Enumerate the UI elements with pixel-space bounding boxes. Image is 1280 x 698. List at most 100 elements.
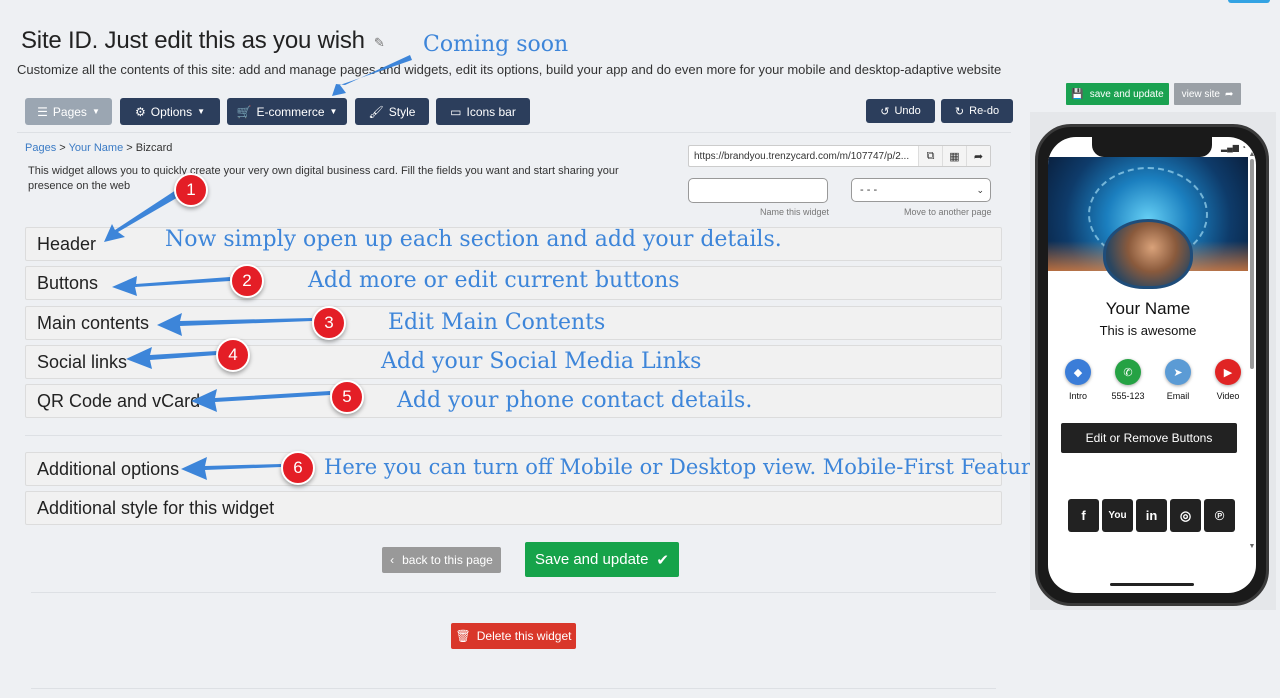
checkmark-icon: ✔ (656, 551, 669, 569)
telegram-icon: ➤ (1165, 359, 1191, 385)
section-buttons-label: Buttons (37, 272, 99, 293)
undo-button[interactable]: ↺ Undo (866, 99, 935, 123)
linkedin-icon[interactable]: in (1136, 499, 1167, 532)
options-menu-button[interactable]: ⚙ Options ▼ (120, 98, 220, 125)
name-widget-caption: Name this widget (760, 207, 830, 217)
avatar (1103, 219, 1193, 289)
facebook-icon[interactable]: f (1068, 499, 1099, 532)
youtube-icon[interactable]: You (1102, 499, 1133, 532)
card-button-email[interactable]: ➤ Email (1158, 359, 1198, 401)
move-page-value: - - - (860, 184, 878, 196)
card-button-label: Email (1166, 391, 1190, 401)
trash-icon: 🗑 (455, 629, 471, 643)
section-additional-style[interactable]: Additional style for this widget (25, 491, 1002, 525)
undo-label: Undo (894, 105, 921, 117)
chevron-left-icon: ‹ (390, 553, 395, 567)
card-tagline: This is awesome (1099, 323, 1197, 338)
annotation-4: Add your Social Media Links (381, 349, 702, 374)
share-arrow-icon: ➦ (1224, 88, 1234, 100)
move-page-caption: Move to another page (904, 207, 992, 217)
breadcrumb-your-name-link[interactable]: Your Name (69, 142, 124, 154)
step-badge-4: 4 (216, 338, 250, 372)
move-page-select[interactable]: - - - ⌄ (851, 178, 991, 202)
step-badge-3: 3 (312, 306, 346, 340)
widget-url-field[interactable]: https://brandyou.trenzycard.com/m/107747… (688, 145, 991, 167)
scroll-thumb[interactable] (1250, 159, 1254, 369)
card-button-phone[interactable]: ✆ 555-123 (1108, 359, 1148, 401)
card-button-label: 555-123 (1111, 391, 1145, 401)
save-and-update-button[interactable]: Save and update ✔ (525, 542, 679, 577)
social-links-row: f You in ◎ ℗ (1068, 499, 1235, 532)
view-site-label: view site (1181, 88, 1220, 100)
back-to-page-label: back to this page (402, 553, 493, 567)
annotation-coming-soon: Coming soon (423, 32, 569, 57)
chevron-down-icon: ⌄ (976, 184, 984, 195)
preview-save-update-button[interactable]: 💾 save and update (1066, 83, 1169, 105)
caret-down-icon: ▼ (329, 107, 338, 116)
phone-notch (1092, 137, 1212, 157)
home-indicator (1110, 583, 1194, 586)
step-badge-6: 6 (281, 451, 315, 485)
widget-description: This widget allows you to quickly create… (28, 165, 619, 192)
view-site-button[interactable]: view site ➦ (1174, 83, 1241, 105)
ecommerce-menu-label: E-commerce (256, 104, 325, 119)
card-app-buttons: ◆ Intro ✆ 555-123 ➤ Email ▶ Video (1058, 359, 1248, 401)
preview-scrollbar[interactable]: ▲ ▼ (1248, 151, 1256, 551)
footer-divider (31, 592, 996, 593)
style-button[interactable]: 🖌 Style (355, 98, 429, 125)
redo-label: Re-do (969, 105, 1000, 117)
caret-down-icon: ▼ (197, 107, 206, 116)
icons-bar-button[interactable]: ▭ Icons bar (436, 98, 530, 125)
scroll-down-icon[interactable]: ▼ (1248, 543, 1256, 550)
icons-bar-label: Icons bar (466, 104, 516, 119)
step-badge-1: 1 (174, 173, 208, 207)
style-label: Style (388, 104, 416, 119)
cart-icon: 🛒 (236, 104, 252, 119)
page-subtitle: Customize all the contents of this site:… (17, 62, 1002, 77)
step-badge-2: 2 (230, 264, 264, 298)
card-button-intro[interactable]: ◆ Intro (1058, 359, 1098, 401)
section-social-links-label: Social links (37, 351, 128, 372)
widget-url-text[interactable]: https://brandyou.trenzycard.com/m/107747… (689, 151, 918, 162)
hamburger-icon: ☰ (37, 104, 48, 119)
breadcrumb-separator: > (59, 142, 66, 154)
ecommerce-menu-button[interactable]: 🛒 E-commerce ▼ (227, 98, 347, 125)
scroll-up-icon[interactable]: ▲ (1248, 151, 1256, 158)
card-button-label: Video (1216, 391, 1240, 401)
pages-menu-button[interactable]: ☰ Pages ▼ (25, 98, 112, 125)
pinterest-icon[interactable]: ℗ (1204, 499, 1235, 532)
breadcrumb-current: Bizcard (135, 142, 173, 154)
edit-remove-buttons[interactable]: Edit or Remove Buttons (1061, 423, 1237, 453)
breadcrumb-separator: > (126, 142, 133, 154)
pages-menu-label: Pages (52, 104, 87, 119)
back-to-page-button[interactable]: ‹ back to this page (382, 547, 501, 573)
toolbar-divider (17, 132, 1011, 133)
card-name: Your Name (1105, 299, 1191, 318)
pencil-icon[interactable]: ✎ (374, 35, 385, 51)
floppy-icon: 💾 (1071, 88, 1084, 100)
qr-code-icon[interactable]: ▦ (942, 146, 966, 166)
redo-button[interactable]: ↻ Re-do (941, 99, 1013, 123)
card-button-video[interactable]: ▶ Video (1208, 359, 1248, 401)
page-title: Site ID. Just edit this as you wish ✎ (21, 27, 385, 55)
section-main-contents-label: Main contents (37, 312, 150, 333)
youtube-icon: ▶ (1215, 359, 1241, 385)
section-divider (25, 435, 1002, 436)
cogs-icon: ⚙ (134, 104, 146, 119)
breadcrumb-pages-link[interactable]: Pages (25, 142, 56, 154)
widget-name-input[interactable] (688, 178, 828, 203)
mobile-preview-panel: ▂▄▆ ◔ Your Name This is awesome ◆ Intro … (1030, 112, 1276, 610)
breadcrumb: Pages > Your Name > Bizcard (25, 142, 172, 154)
step-badge-5: 5 (330, 380, 364, 414)
card-button-label: Intro (1068, 391, 1087, 401)
copy-icon[interactable]: ⧉ (918, 146, 942, 166)
share-icon[interactable]: ➦ (966, 146, 990, 166)
laptop-icon: ▭ (450, 104, 462, 119)
annotation-5: Add your phone contact details. (397, 388, 753, 413)
delete-widget-button[interactable]: 🗑 Delete this widget (451, 623, 576, 649)
section-header-label: Header (37, 233, 97, 254)
delete-widget-label: Delete this widget (476, 629, 572, 643)
status-bar-icons: ▂▄▆ ◔ (1220, 143, 1246, 152)
annotation-2: Add more or edit current buttons (308, 268, 680, 293)
instagram-icon[interactable]: ◎ (1170, 499, 1201, 532)
